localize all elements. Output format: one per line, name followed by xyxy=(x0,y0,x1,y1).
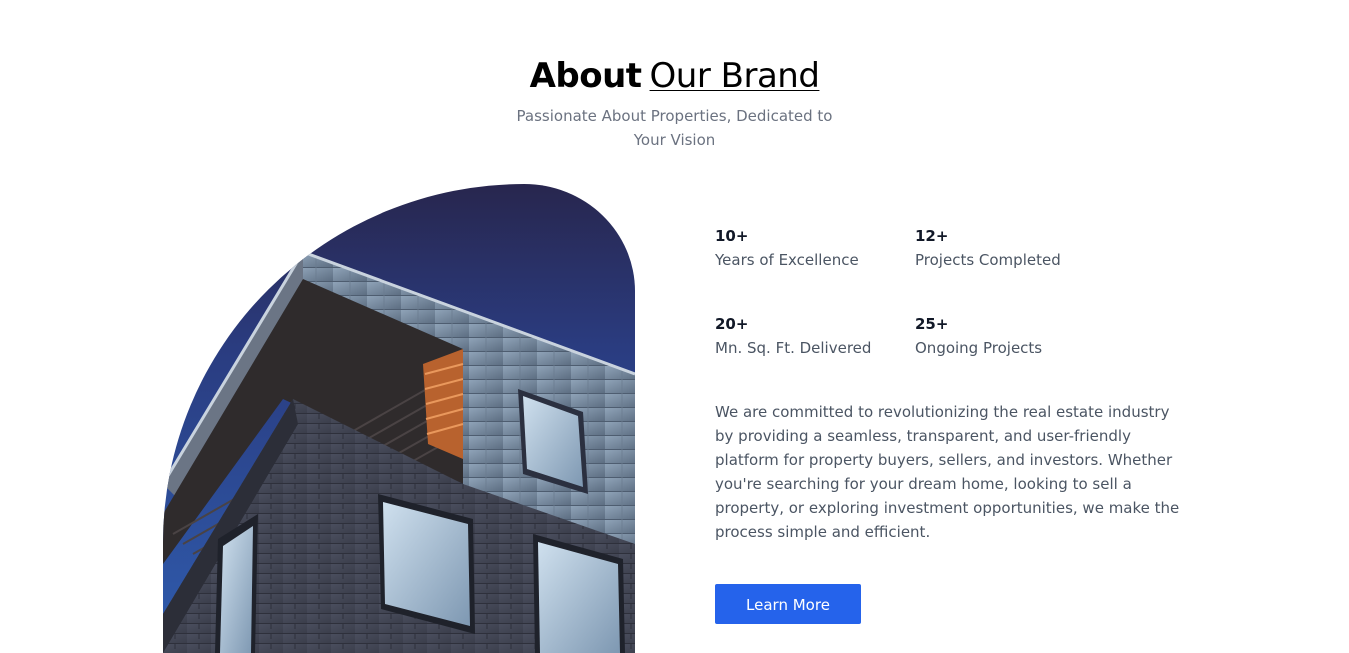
stat-ongoing-projects: 25+ Ongoing Projects xyxy=(915,312,1115,360)
building-image xyxy=(163,184,635,653)
title-bold: About xyxy=(529,56,642,96)
learn-more-button[interactable]: Learn More xyxy=(715,584,861,624)
stat-label: Mn. Sq. Ft. Delivered xyxy=(715,339,872,357)
stat-sqft-delivered: 20+ Mn. Sq. Ft. Delivered xyxy=(715,312,915,360)
stat-label: Projects Completed xyxy=(915,251,1061,269)
about-description: We are committed to revolutionizing the … xyxy=(715,403,1180,541)
about-section: About Our Brand Passionate About Properti… xyxy=(0,0,1349,653)
page-title: About Our Brand xyxy=(0,52,1349,100)
stat-value: 12+ xyxy=(915,227,949,245)
stat-value: 25+ xyxy=(915,315,949,333)
stat-years: 10+ Years of Excellence xyxy=(715,224,915,272)
stat-value: 10+ xyxy=(715,227,749,245)
stat-value: 20+ xyxy=(715,315,749,333)
stat-label: Years of Excellence xyxy=(715,251,859,269)
page-subtitle: Passionate About Properties, Dedicated t… xyxy=(516,107,833,149)
stat-projects-completed: 12+ Projects Completed xyxy=(915,224,1115,272)
title-light: Our Brand xyxy=(649,56,820,96)
stat-label: Ongoing Projects xyxy=(915,339,1043,357)
